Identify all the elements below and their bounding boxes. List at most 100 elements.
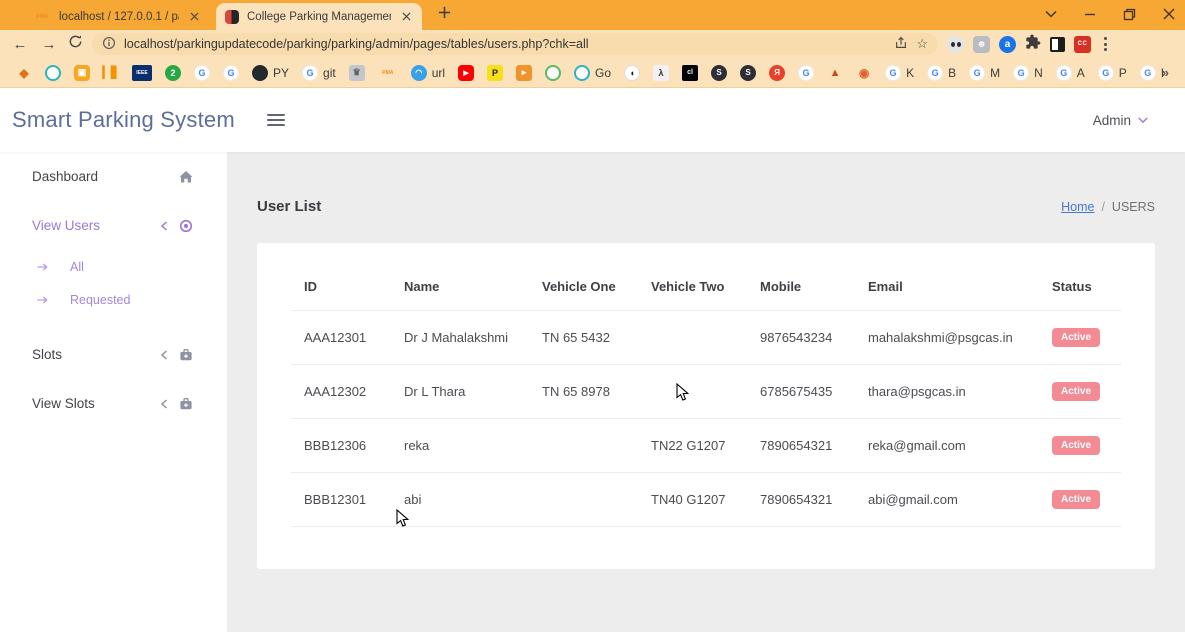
bookmark-star-icon[interactable]: ☆ (916, 36, 928, 52)
bookmark-item[interactable]: Ggit (302, 65, 336, 81)
bookmark-item[interactable]: S (740, 65, 756, 81)
status-badge[interactable]: Active (1052, 382, 1100, 401)
extensions-puzzle-icon[interactable] (1025, 34, 1041, 55)
forward-icon[interactable]: → (39, 37, 59, 52)
bookmark-item[interactable]: GN (1013, 65, 1043, 81)
user-list-card: ID Name Vehicle One Vehicle Two Mobile E… (257, 243, 1155, 569)
minimize-button[interactable] (1084, 8, 1096, 20)
column-header-vehicle-two: Vehicle Two (638, 251, 747, 311)
bookmark-item[interactable]: GI (1140, 65, 1164, 81)
sidebar-subitem-requested[interactable]: Requested (0, 283, 227, 316)
user-table-body: AAA12301Dr J MahalakshmiTN 65 5432987654… (291, 311, 1121, 527)
status-badge[interactable]: Active (1052, 436, 1100, 455)
google-icon: G (1140, 65, 1156, 81)
status-badge[interactable]: Active (1052, 328, 1100, 347)
tab-title: College Parking Management Sys (247, 11, 391, 23)
sidebar-item-label: Slots (32, 347, 159, 362)
bookmark-item[interactable]: P (487, 65, 503, 81)
a-extension-icon[interactable]: a (999, 36, 1016, 53)
browser-menu-icon[interactable] (1100, 37, 1111, 51)
cell-mobile: 6785675435 (747, 365, 855, 419)
bookmark-item[interactable]: GA (1056, 65, 1085, 81)
phpmyadmin-icon: PMA (33, 14, 51, 20)
bookmark-item[interactable]: λ (653, 65, 669, 81)
breadcrumb-current: USERS (1112, 200, 1155, 214)
bookmark-item[interactable]: G (194, 65, 210, 81)
hamburger-menu-icon[interactable] (263, 110, 289, 130)
bookmark-item[interactable]: ♛ (349, 65, 365, 81)
brand-title[interactable]: Smart Parking System (12, 107, 235, 133)
bookmark-item[interactable]: PY (252, 65, 289, 81)
bookmarks-overflow-chevron[interactable]: » (1162, 65, 1169, 80)
tab-search-chevron-icon[interactable] (1045, 10, 1057, 18)
google-icon: G (927, 65, 943, 81)
table-row: AAA12301Dr J MahalakshmiTN 65 5432987654… (291, 311, 1121, 365)
bookmark-item[interactable]: ▲ (827, 65, 843, 81)
restore-button[interactable] (1123, 8, 1136, 21)
bookmark-item[interactable]: G (223, 65, 239, 81)
bookmark-item[interactable]: G (798, 65, 814, 81)
tab-college-parking[interactable]: College Parking Management Sys (216, 3, 422, 30)
panda-extension-icon[interactable] (947, 36, 964, 53)
reload-icon[interactable] (68, 34, 83, 54)
bookmark-item[interactable]: ▸ (516, 65, 532, 81)
google-icon: G (798, 65, 814, 81)
bookmark-item[interactable]: 2 (165, 65, 181, 81)
table-row: BBB12306rekaTN22 G12077890654321reka@gma… (291, 419, 1121, 473)
bag-icon (178, 396, 194, 412)
tab-phpmyadmin[interactable]: PMA localhost / 127.0.0.1 / parking | p (24, 3, 210, 30)
bookmark-label: N (1034, 66, 1043, 80)
bookmark-item[interactable] (545, 65, 561, 81)
teal-swirl-icon (45, 65, 61, 81)
bookmark-item[interactable]: S (711, 65, 727, 81)
bookmark-item[interactable]: ◉ (856, 65, 872, 81)
cell-vehicle-two: TN22 G1207 (638, 419, 747, 473)
bookmark-item[interactable]: GP (1098, 65, 1127, 81)
google-icon: G (969, 65, 985, 81)
bookmark-item[interactable] (45, 65, 61, 81)
admin-dropdown[interactable]: Admin (1093, 113, 1149, 128)
sidebar-subitem-all[interactable]: All (0, 250, 227, 283)
column-header-id: ID (291, 251, 391, 311)
bookmark-item[interactable]: GB (927, 65, 956, 81)
bookmark-item[interactable]: cl (682, 65, 698, 81)
new-tab-button[interactable] (438, 6, 451, 24)
close-icon[interactable] (187, 10, 201, 24)
bookmark-item[interactable]: GM (969, 65, 1000, 81)
page-info-icon[interactable] (102, 36, 116, 53)
bookmark-item[interactable]: PMA (378, 65, 398, 81)
bookmark-item[interactable]: ◆ (16, 65, 32, 81)
bookmark-item[interactable]: GK (885, 65, 914, 81)
adblock-extension-icon[interactable]: CC (1074, 36, 1091, 53)
bookmark-item[interactable]: ▣ (74, 65, 90, 81)
url-bar[interactable]: localhost/parkingupdatecode/parking/park… (92, 33, 938, 55)
sidebar-item-view-slots[interactable]: View Slots (0, 379, 227, 428)
bookmark-item[interactable]: IEEE (132, 65, 152, 81)
cell-id: AAA12301 (291, 311, 391, 365)
cell-name: Dr J Mahalakshmi (391, 311, 529, 365)
sidebar-item-slots[interactable]: Slots (0, 330, 227, 379)
bookmark-item[interactable]: ▎▋ (103, 65, 119, 81)
sidebar-item-dashboard[interactable]: Dashboard (0, 152, 227, 201)
status-badge[interactable]: Active (1052, 490, 1100, 509)
back-icon[interactable]: ← (10, 37, 30, 52)
close-icon[interactable] (399, 10, 413, 24)
cell-mobile: 9876543234 (747, 311, 855, 365)
cell-id: AAA12302 (291, 365, 391, 419)
close-window-button[interactable] (1163, 8, 1175, 20)
cell-status: Active (1039, 473, 1121, 527)
window-controls (1045, 0, 1175, 28)
share-icon[interactable] (894, 36, 908, 53)
main-content: User List Home / USERS ID Name Vehicle O… (227, 152, 1185, 632)
sidebar-item-view-users[interactable]: View Users (0, 201, 227, 250)
bookmark-label: P (1119, 66, 1127, 80)
bookmark-item[interactable]: ◖ (624, 65, 640, 81)
cell-vehicle-two: TN40 G1207 (638, 473, 747, 527)
bookmark-item[interactable]: ◠url (411, 65, 445, 81)
bookmark-item[interactable]: Я (769, 65, 785, 81)
bookmark-item[interactable]: ▶ (458, 65, 474, 81)
breadcrumb-home-link[interactable]: Home (1061, 200, 1094, 214)
reader-extension-icon[interactable] (1050, 37, 1065, 52)
profile-extension-icon[interactable]: ☻ (973, 36, 990, 53)
bookmark-item[interactable]: Go (574, 65, 611, 81)
